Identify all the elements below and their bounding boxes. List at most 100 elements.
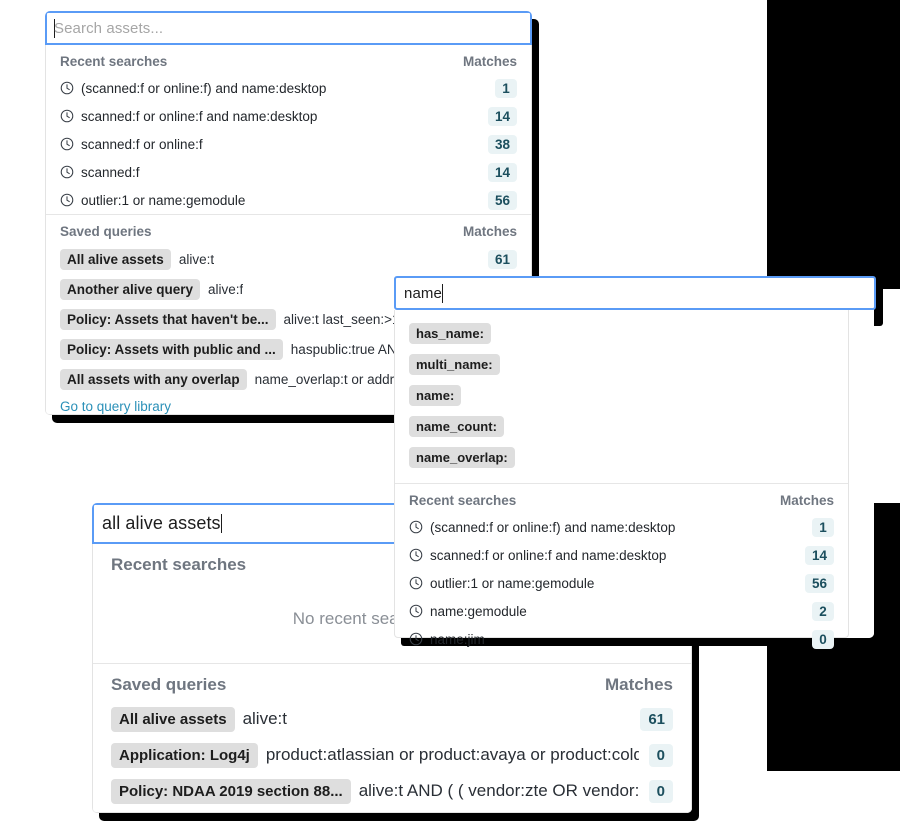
field-suggestion-row[interactable]: multi_name: — [395, 349, 848, 380]
recent-search-query: name:jim — [430, 631, 485, 647]
recent-search-query: (scanned:f or online:f) and name:desktop — [81, 80, 327, 96]
field-suggestions-section: has_name: multi_name: name: name_count: … — [395, 310, 848, 483]
match-count-badge: 38 — [487, 134, 517, 154]
match-count-badge: 14 — [487, 162, 517, 182]
clock-icon — [60, 137, 74, 151]
match-count-badge: 1 — [495, 78, 517, 98]
clock-icon — [409, 632, 423, 646]
recent-searches-header: Recent searches Matches — [46, 45, 531, 74]
clock-icon — [60, 165, 74, 179]
saved-query-tag: Policy: Assets that haven't be... — [60, 308, 276, 330]
search-input-name[interactable]: name — [394, 276, 876, 310]
field-suggestion-row[interactable]: has_name: — [395, 318, 848, 349]
recent-search-row[interactable]: (scanned:f or online:f) and name:desktop… — [46, 74, 531, 102]
clock-icon — [60, 81, 74, 95]
field-suggestion-chip: has_name: — [409, 323, 491, 344]
search-panel-name-suggestions: name has_name: multi_name: name: name_co… — [394, 276, 876, 649]
matches-column-label: Matches — [779, 493, 834, 508]
search-dropdown-name-suggestions: has_name: multi_name: name: name_count: … — [394, 310, 849, 649]
search-placeholder-text: Search assets... — [54, 19, 164, 37]
clock-icon — [409, 548, 423, 562]
field-suggestion-row[interactable]: name_count: — [395, 411, 848, 442]
saved-query-expression: alive:t — [242, 709, 287, 728]
recent-searches-label: Recent searches — [409, 493, 517, 508]
go-to-query-library-link[interactable]: Go to query library — [93, 809, 691, 813]
saved-query-tag: Policy: NDAA 2019 section 88... — [111, 778, 351, 804]
recent-search-row[interactable]: scanned:f or online:f 38 — [46, 130, 531, 158]
recent-search-query: scanned:f or online:f and name:desktop — [430, 547, 667, 563]
saved-query-expression: alive:t AND ( ( vendor:zte OR vendor:hu. — [358, 781, 639, 800]
search-input-default[interactable]: Search assets... — [45, 11, 532, 45]
matches-column-label: Matches — [462, 224, 517, 239]
saved-queries-header: Saved queries Matches — [46, 215, 531, 244]
saved-query-tag: All assets with any overlap — [60, 368, 247, 390]
match-count-badge: 14 — [804, 545, 834, 565]
recent-searches-label: Recent searches — [111, 555, 247, 574]
recent-search-row[interactable]: name:jim 0 — [395, 625, 848, 653]
field-suggestion-chip: name: — [409, 385, 462, 406]
match-count-badge: 0 — [812, 629, 834, 649]
matches-column-label: Matches — [462, 54, 517, 69]
clock-icon — [409, 520, 423, 534]
recent-searches-section: Recent searches Matches (scanned:f or on… — [395, 483, 848, 653]
field-suggestion-chip: name_overlap: — [409, 447, 515, 468]
match-count-badge: 61 — [487, 249, 517, 269]
field-suggestion-chip: name_count: — [409, 416, 504, 437]
field-suggestion-chip: multi_name: — [409, 354, 500, 375]
saved-query-row[interactable]: Application: Log4j product:atlassian or … — [93, 737, 691, 773]
recent-search-row[interactable]: name:gemodule 2 — [395, 597, 848, 625]
saved-query-expression: product:atlassian or product:avaya or pr… — [265, 745, 639, 764]
saved-query-tag: All alive assets — [60, 248, 171, 270]
matches-column-label: Matches — [604, 675, 673, 694]
background-void-top-right — [767, 0, 900, 289]
recent-search-row[interactable]: scanned:f or online:f and name:desktop 1… — [46, 102, 531, 130]
screenshot-stage: Search assets... Recent searches Matches — [0, 0, 900, 833]
saved-query-row[interactable]: Policy: NDAA 2019 section 88... alive:t … — [93, 773, 691, 809]
recent-search-row[interactable]: scanned:f 14 — [46, 158, 531, 186]
saved-queries-section: Saved queries Matches All alive assets a… — [93, 663, 691, 813]
field-suggestion-row[interactable]: name_overlap: — [395, 442, 848, 473]
recent-search-query: scanned:f — [81, 164, 140, 180]
match-count-badge: 61 — [640, 707, 673, 731]
match-count-badge: 2 — [812, 601, 834, 621]
saved-query-tag: Application: Log4j — [111, 742, 258, 768]
recent-search-query: name:gemodule — [430, 603, 527, 619]
saved-query-row[interactable]: All alive assets alive:t 61 — [46, 244, 531, 274]
recent-search-row[interactable]: scanned:f or online:f and name:desktop 1… — [395, 541, 848, 569]
saved-queries-label: Saved queries — [111, 675, 227, 694]
search-input-value: all alive assets — [102, 513, 221, 533]
clock-icon — [409, 576, 423, 590]
recent-searches-section: Recent searches Matches (scanned:f or on… — [46, 45, 531, 214]
field-suggestion-row[interactable]: name: — [395, 380, 848, 411]
recent-search-query: (scanned:f or online:f) and name:desktop — [430, 519, 676, 535]
recent-searches-label: Recent searches — [60, 54, 168, 69]
clock-icon — [60, 193, 74, 207]
recent-search-query: outlier:1 or name:gemodule — [430, 575, 595, 591]
match-count-badge: 56 — [487, 190, 517, 210]
recent-search-row[interactable]: (scanned:f or online:f) and name:desktop… — [395, 513, 848, 541]
saved-queries-header: Saved queries Matches — [93, 664, 691, 701]
search-input-value: name — [404, 284, 442, 302]
saved-query-row[interactable]: All alive assets alive:t 61 — [93, 701, 691, 737]
match-count-badge: 0 — [648, 779, 673, 803]
match-count-badge: 56 — [804, 573, 834, 593]
saved-query-tag: Policy: Assets with public and ... — [60, 338, 283, 360]
text-caret — [441, 283, 443, 303]
saved-query-expression: alive:t — [178, 251, 215, 267]
recent-search-query: scanned:f or online:f — [81, 136, 203, 152]
saved-queries-label: Saved queries — [60, 224, 152, 239]
recent-search-row[interactable]: outlier:1 or name:gemodule 56 — [395, 569, 848, 597]
match-count-badge: 1 — [812, 517, 834, 537]
saved-query-tag: All alive assets — [111, 706, 235, 732]
clock-icon — [409, 604, 423, 618]
recent-search-query: scanned:f or online:f and name:desktop — [81, 108, 318, 124]
recent-search-row[interactable]: outlier:1 or name:gemodule 56 — [46, 186, 531, 214]
clock-icon — [60, 109, 74, 123]
match-count-badge: 0 — [648, 743, 673, 767]
recent-searches-header: Recent searches Matches — [395, 484, 848, 513]
saved-query-expression: alive:f — [208, 281, 244, 297]
text-caret — [220, 514, 222, 533]
recent-search-query: outlier:1 or name:gemodule — [81, 192, 246, 208]
match-count-badge: 14 — [487, 106, 517, 126]
saved-query-tag: Another alive query — [60, 278, 201, 300]
